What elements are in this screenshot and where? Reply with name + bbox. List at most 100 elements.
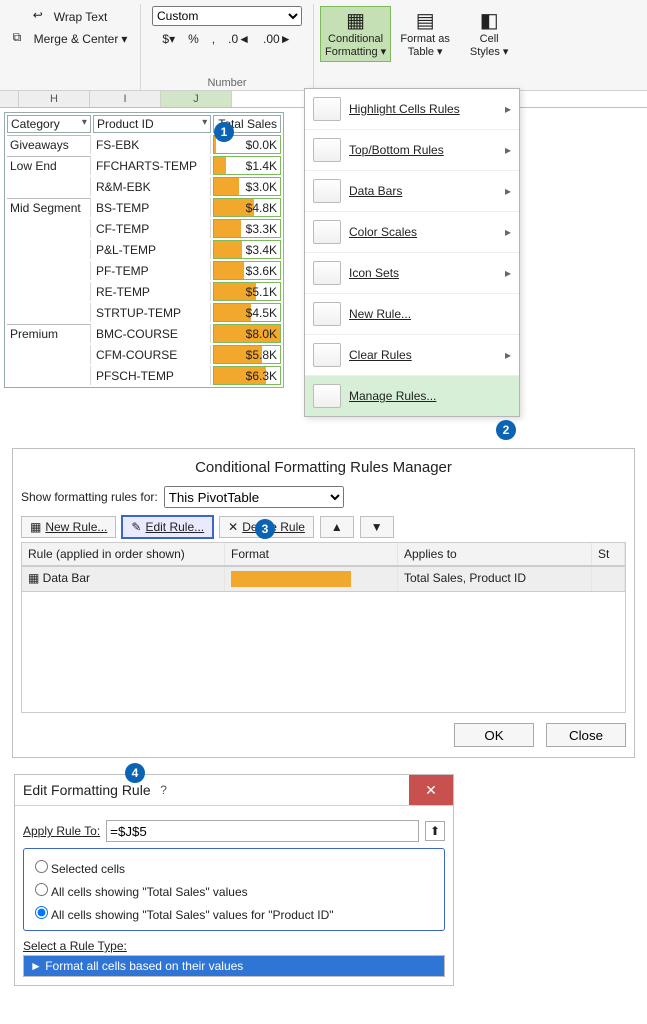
sales-value: $3.0K — [214, 180, 280, 194]
cat-cell: Giveaways — [7, 135, 91, 154]
col-h[interactable]: H — [19, 91, 90, 107]
clear-rules-menu-item[interactable]: Clear Rules▸ — [305, 334, 519, 375]
percent-button[interactable]: % — [184, 30, 203, 48]
menu-item[interactable]: Data Bars▸ — [305, 170, 519, 211]
hdr-product[interactable]: Product ID — [93, 115, 211, 133]
edit-rule-button[interactable]: ✎Edit Rule... — [122, 516, 213, 538]
cat-cell — [7, 345, 91, 364]
new-rule-button[interactable]: ▦New Rule... — [21, 516, 116, 538]
cat-cell — [7, 282, 91, 301]
conditional-formatting-menu: Highlight Cells Rules▸Top/Bottom Rules▸D… — [304, 88, 520, 417]
conditional-formatting-button[interactable]: ▦ Conditional Formatting ▾ — [320, 6, 391, 62]
number-format-select[interactable]: Custom — [152, 6, 302, 26]
sales-cell[interactable]: $4.8K — [213, 198, 281, 217]
rule-type-list[interactable]: ► Format all cells based on their values — [23, 955, 445, 977]
increase-decimal-button[interactable]: .0◄ — [224, 30, 254, 48]
sales-cell[interactable]: $3.0K — [213, 177, 281, 196]
sales-cell[interactable]: $6.3K — [213, 366, 281, 385]
badge-4: 4 — [125, 763, 145, 783]
sales-cell[interactable]: $8.0K — [213, 324, 281, 343]
product-cell: STRTUP-TEMP — [93, 303, 211, 322]
rules-empty-area — [21, 592, 626, 713]
rules-manager-dialog: Conditional Formatting Rules Manager Sho… — [12, 448, 635, 758]
move-down-button[interactable]: ▼ — [360, 516, 394, 538]
cat-cell — [7, 240, 91, 259]
comma-button[interactable]: , — [208, 30, 219, 48]
manage-rules-menu-item[interactable]: Manage Rules... — [305, 375, 519, 416]
decrease-decimal-button[interactable]: .00► — [259, 30, 296, 48]
col-j[interactable]: J — [161, 91, 232, 107]
product-cell: P&L-TEMP — [93, 240, 211, 259]
edit-rule-icon: ✎ — [131, 520, 141, 534]
rule-name: Data Bar — [43, 571, 90, 585]
chevron-down-icon: ▾ — [121, 32, 127, 46]
move-up-button[interactable]: ▲ — [320, 516, 354, 538]
menu-item[interactable]: Icon Sets▸ — [305, 252, 519, 293]
applies-to: Total Sales, Product ID — [398, 567, 592, 591]
dialog-close-button[interactable]: ✕ — [409, 775, 453, 805]
rules-manager-title: Conditional Formatting Rules Manager — [21, 457, 626, 486]
menu-item[interactable]: Highlight Cells Rules▸ — [305, 89, 519, 129]
cat-cell — [7, 261, 91, 280]
sales-cell[interactable]: $4.5K — [213, 303, 281, 322]
opt-all-total-product[interactable]: All cells showing "Total Sales" values f… — [30, 901, 438, 924]
rule-row[interactable]: ▦ Data Bar Total Sales, Product ID — [21, 566, 626, 592]
close-button[interactable]: Close — [546, 723, 626, 747]
sales-cell[interactable]: $5.8K — [213, 345, 281, 364]
number-group-label: Number — [141, 77, 313, 89]
delete-icon: ✕ — [228, 520, 238, 534]
format-as-table-button[interactable]: ▤ Format as Table ▾ — [395, 6, 455, 62]
product-cell: CF-TEMP — [93, 219, 211, 238]
cat-cell — [7, 366, 91, 385]
new-rule-menu-item[interactable]: New Rule... — [305, 293, 519, 334]
product-cell: PF-TEMP — [93, 261, 211, 280]
sales-value: $4.5K — [214, 306, 280, 320]
format-preview — [231, 571, 351, 587]
styles-label: Cell Styles ▾ — [470, 33, 509, 59]
rule-type-item[interactable]: ► Format all cells based on their values — [24, 956, 444, 976]
product-cell: FFCHARTS-TEMP — [93, 156, 211, 175]
hdr-stop: St — [592, 543, 625, 565]
sales-cell[interactable]: $3.3K — [213, 219, 281, 238]
apply-rule-input[interactable] — [106, 820, 419, 842]
merge-center-button[interactable]: ⧉Merge & Center ▾ — [9, 28, 132, 50]
menu-item[interactable]: Color Scales▸ — [305, 211, 519, 252]
number-group: Custom $▾ % , .0◄ .00► Number — [141, 4, 314, 90]
product-cell: FS-EBK — [93, 135, 211, 154]
product-cell: PFSCH-TEMP — [93, 366, 211, 385]
sales-value: $1.4K — [214, 159, 280, 173]
cond-label: Conditional Formatting ▾ — [325, 33, 386, 59]
sales-cell[interactable]: $3.4K — [213, 240, 281, 259]
cat-cell: Premium — [7, 324, 91, 343]
col-i[interactable]: I — [90, 91, 161, 107]
pivot-table[interactable]: Category Product ID Total Sales Giveaway… — [4, 112, 284, 388]
sales-cell[interactable]: $5.1K — [213, 282, 281, 301]
fat-label: Format as Table ▾ — [400, 33, 450, 59]
hdr-category[interactable]: Category — [7, 115, 91, 133]
sales-value: $3.3K — [214, 222, 280, 236]
sales-value: $4.8K — [214, 201, 280, 215]
hdr-applies: Applies to — [398, 543, 592, 565]
show-rules-label: Show formatting rules for: — [21, 490, 158, 504]
merge-label: Merge & Center — [34, 32, 119, 46]
ok-button[interactable]: OK — [454, 723, 534, 747]
badge-3: 3 — [255, 519, 275, 539]
currency-button[interactable]: $▾ — [158, 30, 179, 48]
sales-cell[interactable]: $3.6K — [213, 261, 281, 280]
cell-styles-button[interactable]: ◧ Cell Styles ▾ — [459, 6, 519, 62]
wrap-text-button[interactable]: ↩Wrap Text — [29, 6, 112, 28]
databar-icon: ▦ — [28, 571, 43, 585]
conditional-formatting-icon: ▦ — [346, 9, 365, 33]
badge-2: 2 — [496, 420, 516, 440]
range-picker-button[interactable]: ⬆ — [425, 821, 445, 841]
sales-cell[interactable]: $1.4K — [213, 156, 281, 175]
merge-icon: ⧉ — [13, 30, 31, 48]
product-cell: BMC-COURSE — [93, 324, 211, 343]
opt-all-total[interactable]: All cells showing "Total Sales" values — [30, 878, 438, 901]
menu-icon — [313, 220, 341, 244]
show-rules-select[interactable]: This PivotTable — [164, 486, 344, 508]
opt-selected[interactable]: Selected cells — [30, 855, 438, 878]
help-button[interactable]: ? — [151, 783, 177, 797]
menu-item[interactable]: Top/Bottom Rules▸ — [305, 129, 519, 170]
styles-group: ▦ Conditional Formatting ▾ ▤ Format as T… — [314, 4, 647, 90]
